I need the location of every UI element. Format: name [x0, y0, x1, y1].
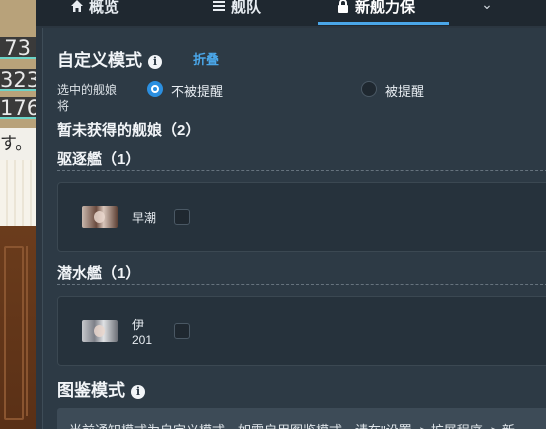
ship-card-submarine: 伊201: [57, 296, 546, 366]
zukan-notice: 当前通知模式为自定义模式，如需启用图鉴模式，请在"设置 -> 扩展程序 -> 新: [57, 408, 546, 429]
tab-overview-label: 概览: [89, 0, 120, 16]
tab-fleet[interactable]: 舰队: [212, 0, 261, 19]
custom-mode-title-text: 自定义模式: [57, 51, 142, 70]
unobtained-title: 暂未获得的舰娘（2）: [57, 122, 201, 139]
divider: [57, 170, 546, 171]
lock-icon: [338, 0, 348, 13]
ship-avatar: [82, 320, 118, 342]
game-background: 73 323 176 す。: [0, 0, 36, 429]
tab-new-ship[interactable]: 新舰力保: [336, 0, 415, 19]
bg-wall: [0, 160, 36, 230]
info-icon[interactable]: i: [131, 385, 145, 399]
radio-notify[interactable]: [361, 81, 377, 97]
tab-fleet-label: 舰队: [231, 0, 262, 16]
divider: [57, 284, 546, 285]
home-icon: [71, 0, 83, 12]
bg-text: す。: [0, 128, 36, 160]
bg-number-2: 323: [0, 68, 36, 92]
selected-ship-label: 选中的舰娘将: [57, 83, 118, 113]
ship-card-destroyer: 早潮: [57, 182, 546, 252]
section-submarine-title: 潜水艦（1）: [57, 265, 141, 282]
active-tab-indicator: [318, 22, 449, 25]
ship-avatar: [82, 206, 118, 228]
ship-name: 早潮: [132, 210, 157, 225]
zukan-mode-title: 图鉴模式 i: [57, 376, 145, 401]
tab-overview[interactable]: 概览: [70, 0, 119, 19]
ship-item: 伊201: [82, 318, 212, 347]
radio-notify-label[interactable]: 被提醒: [385, 81, 424, 100]
bg-number-1: 73: [0, 37, 36, 59]
bg-number-3: 176: [0, 96, 36, 120]
tab-new-ship-label: 新舰力保: [355, 0, 416, 16]
section-destroyer-title: 驱逐艦（1）: [57, 151, 141, 168]
main-panel: 自定义模式 i 折叠 选中的舰娘将 不被提醒 被提醒 暂未获得的舰娘（2） 驱逐艦…: [42, 28, 546, 429]
list-icon: [213, 1, 225, 11]
radio-not-notify-label[interactable]: 不被提醒: [171, 81, 223, 100]
ship-checkbox[interactable]: [174, 323, 190, 339]
custom-mode-title: 自定义模式 i: [57, 46, 162, 71]
radio-not-notify[interactable]: [147, 81, 163, 97]
ship-item: 早潮: [82, 206, 212, 228]
ship-checkbox[interactable]: [174, 209, 190, 225]
ship-name: 伊201: [132, 317, 153, 347]
zukan-mode-title-text: 图鉴模式: [57, 381, 125, 400]
top-nav: 概览 舰队 新舰力保 ⌄: [36, 0, 546, 26]
bg-wood-door: [0, 226, 36, 429]
info-icon[interactable]: i: [148, 55, 162, 69]
collapse-link[interactable]: 折叠: [193, 49, 219, 68]
chevron-down-icon[interactable]: ⌄: [476, 0, 498, 16]
